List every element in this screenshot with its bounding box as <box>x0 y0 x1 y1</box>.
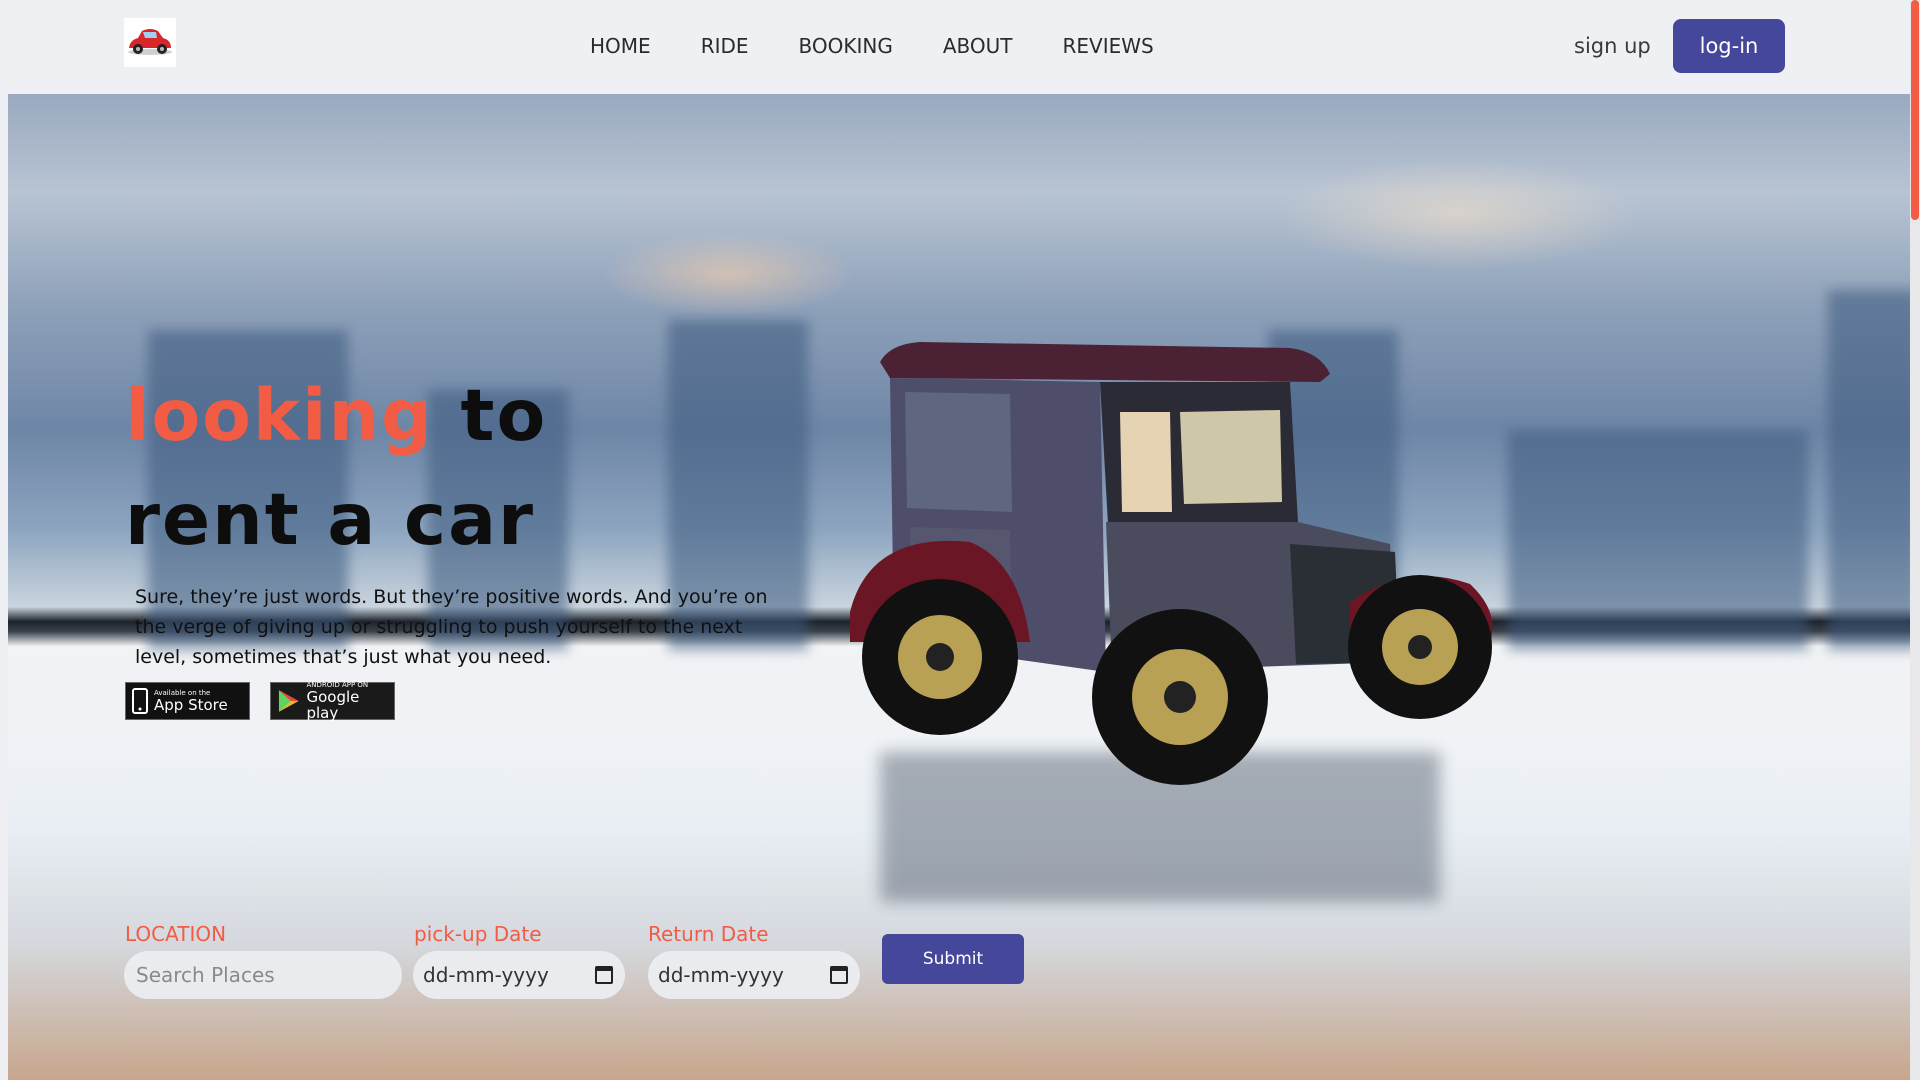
pickup-date-input[interactable]: dd-mm-yyyy <box>413 951 625 999</box>
headline-accent: looking <box>125 374 434 457</box>
submit-button[interactable]: Submit <box>882 934 1024 984</box>
hero-headline: looking to rent a car <box>125 364 547 572</box>
pickup-date-label: pick-up Date <box>414 922 542 946</box>
return-date-label: Return Date <box>648 922 769 946</box>
nav-reviews-link[interactable]: REVIEWS <box>1063 34 1154 58</box>
location-field[interactable] <box>124 951 402 999</box>
headline-part-2: rent a car <box>125 478 536 561</box>
app-store-button[interactable]: Available on the App Store <box>125 682 250 720</box>
return-date-value: dd-mm-yyyy <box>658 963 784 987</box>
scrollbar-thumb[interactable] <box>1911 0 1919 220</box>
play-store-icon <box>278 690 299 712</box>
nav-booking-link[interactable]: BOOKING <box>799 34 893 58</box>
hero-tagline: Sure, they’re just words. But they’re po… <box>135 586 768 668</box>
hero-section: looking to rent a car Sure, they’re just… <box>8 94 1910 1080</box>
google-play-big-label: Google play <box>306 688 360 722</box>
signup-link[interactable]: sign up <box>1574 34 1651 58</box>
calendar-icon[interactable] <box>830 966 848 984</box>
login-button[interactable]: log-in <box>1673 19 1785 73</box>
headline-part-1: to <box>460 374 548 457</box>
nav-about-link[interactable]: ABOUT <box>943 34 1013 58</box>
phone-icon <box>132 688 148 714</box>
navbar: HOME RIDE BOOKING ABOUT REVIEWS sign up … <box>0 0 1910 94</box>
nav-home-link[interactable]: HOME <box>590 34 651 58</box>
car-logo-icon[interactable] <box>124 18 176 67</box>
pickup-date-value: dd-mm-yyyy <box>423 963 549 987</box>
location-input[interactable] <box>134 962 392 988</box>
nav-links: HOME RIDE BOOKING ABOUT REVIEWS <box>590 34 1154 58</box>
location-label: LOCATION <box>125 922 227 946</box>
return-date-input[interactable]: dd-mm-yyyy <box>648 951 860 999</box>
google-play-button[interactable]: ANDROID APP ON Google play <box>270 681 395 722</box>
nav-ride-link[interactable]: RIDE <box>701 34 749 58</box>
app-store-big-label: App Store <box>154 696 228 714</box>
calendar-icon[interactable] <box>595 966 613 984</box>
vintage-car-image <box>850 342 1493 902</box>
